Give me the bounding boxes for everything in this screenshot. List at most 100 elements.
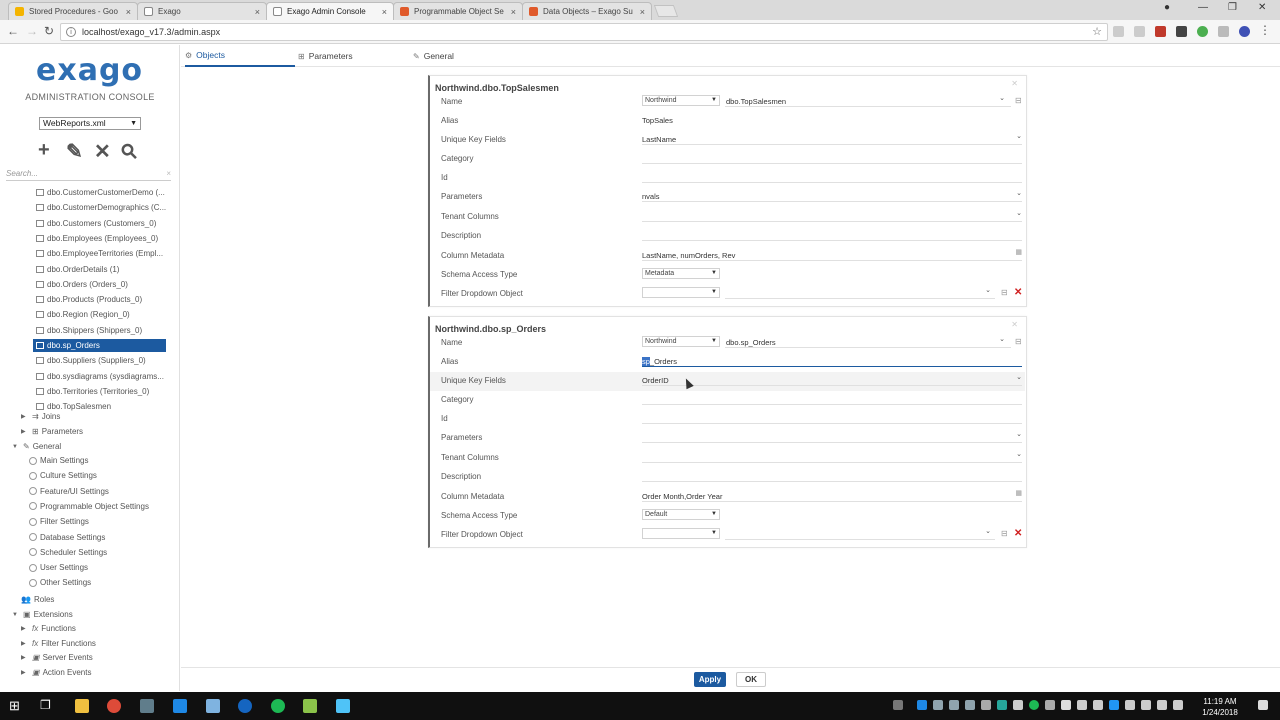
general-settings-item[interactable]: Scheduler Settings bbox=[29, 546, 107, 559]
chevron-down-icon[interactable]: ⌄ bbox=[1016, 373, 1022, 381]
unique-key-select[interactable]: OrderID bbox=[642, 376, 669, 385]
network-icon[interactable] bbox=[1141, 700, 1151, 710]
forward-arrow-icon[interactable]: → bbox=[26, 24, 38, 38]
expand-arrow-icon[interactable]: ▶ bbox=[21, 428, 29, 435]
browser-menu-icon[interactable]: ⋮ bbox=[1259, 23, 1271, 37]
windows-start-icon[interactable]: ⊞ bbox=[9, 698, 20, 714]
expand-arrow-icon[interactable]: ▶ bbox=[21, 640, 29, 647]
info-icon[interactable]: i bbox=[66, 27, 76, 37]
lookup-icon[interactable]: ⊟ bbox=[1015, 337, 1022, 346]
lookup-icon[interactable]: ⊟ bbox=[1001, 288, 1008, 297]
sidebar-search-input[interactable]: Search... × bbox=[6, 169, 171, 181]
chevron-down-icon[interactable]: ⌄ bbox=[999, 94, 1005, 102]
sidebar-object-item[interactable]: dbo.Shippers (Shippers_0) bbox=[33, 324, 166, 337]
tray-icon[interactable] bbox=[917, 700, 927, 710]
parameters-select[interactable]: nvals bbox=[642, 192, 660, 201]
lookup-icon[interactable]: ⊟ bbox=[1001, 529, 1008, 538]
browser-tab-stored-procedures[interactable]: Stored Procedures - Goo × bbox=[8, 2, 138, 20]
chevron-down-icon[interactable]: ⌄ bbox=[1016, 189, 1022, 197]
general-settings-item[interactable]: Filter Settings bbox=[29, 515, 89, 528]
sidebar-object-item[interactable]: dbo.Employees (Employees_0) bbox=[33, 232, 166, 245]
tree-group-joins[interactable]: ▶ ⇉ Joins bbox=[21, 410, 60, 423]
tenant-columns-select[interactable] bbox=[642, 462, 1022, 463]
extension-item[interactable]: ▶ ▣ Server Events bbox=[21, 651, 93, 664]
restore-button[interactable]: ❐ bbox=[1228, 2, 1237, 13]
alias-input[interactable]: TopSales bbox=[642, 116, 673, 125]
id-input[interactable] bbox=[642, 182, 1022, 183]
profile-icon[interactable]: ● bbox=[1164, 2, 1170, 13]
chevron-down-icon[interactable]: ⌄ bbox=[1016, 450, 1022, 458]
system-clock[interactable]: 11:19 AM 1/24/2018 bbox=[1196, 696, 1244, 718]
expand-arrow-icon[interactable]: ▶ bbox=[21, 625, 29, 632]
tab-close-icon[interactable]: × bbox=[255, 7, 260, 17]
schema-access-select[interactable]: Default ▼ bbox=[642, 509, 720, 520]
tenant-columns-select[interactable] bbox=[642, 221, 1022, 222]
spotify-icon[interactable] bbox=[271, 699, 285, 713]
collapse-arrow-icon[interactable]: ▼ bbox=[12, 612, 20, 618]
sidebar-object-item[interactable]: dbo.OrderDetails (1) bbox=[33, 263, 166, 276]
grid-edit-icon[interactable]: ▦ bbox=[1015, 489, 1022, 497]
expand-arrow-icon[interactable]: ▶ bbox=[21, 413, 29, 420]
filter-source-select[interactable]: ▼ bbox=[642, 287, 720, 298]
search-magnifier-icon[interactable]: ⚲ bbox=[115, 137, 143, 165]
sidebar-object-item[interactable]: dbo.CustomerDemographics (C... bbox=[33, 201, 166, 214]
task-view-icon[interactable]: ❐ bbox=[40, 698, 51, 712]
name-object-value[interactable]: dbo.TopSalesmen bbox=[726, 97, 786, 106]
app-icon[interactable] bbox=[140, 699, 154, 713]
card-close-icon[interactable]: ✕ bbox=[1011, 320, 1018, 329]
chevron-down-icon[interactable]: ⌄ bbox=[1016, 430, 1022, 438]
browser-tab-admin-console[interactable]: Exago Admin Console × bbox=[266, 2, 394, 20]
extension-icon[interactable] bbox=[1134, 26, 1145, 37]
minimize-button[interactable]: — bbox=[1198, 2, 1208, 13]
chevron-down-icon[interactable]: ⌄ bbox=[1016, 132, 1022, 140]
sidebar-object-item[interactable]: dbo.CustomerCustomerDemo (... bbox=[33, 186, 166, 199]
tray-icon[interactable] bbox=[1013, 700, 1023, 710]
name-object-value[interactable]: dbo.sp_Orders bbox=[726, 338, 776, 347]
chrome-icon[interactable] bbox=[107, 699, 121, 713]
description-input[interactable] bbox=[642, 481, 1022, 482]
unique-key-select[interactable]: LastName bbox=[642, 135, 676, 144]
tray-icon[interactable] bbox=[893, 700, 903, 710]
config-file-select[interactable]: WebReports.xml ▼ bbox=[39, 117, 141, 130]
shield-extension-icon[interactable] bbox=[1155, 26, 1166, 37]
address-bar[interactable]: i localhost/exago_v17.3/admin.aspx ☆ bbox=[60, 23, 1108, 41]
back-arrow-icon[interactable]: ← bbox=[7, 24, 19, 38]
tray-icon[interactable] bbox=[1093, 700, 1103, 710]
filter-source-select[interactable]: ▼ bbox=[642, 528, 720, 539]
lookup-icon[interactable]: ⊟ bbox=[1015, 96, 1022, 105]
category-input[interactable] bbox=[642, 404, 1022, 405]
new-tab-button[interactable] bbox=[653, 5, 679, 17]
volume-icon[interactable] bbox=[1157, 700, 1167, 710]
tree-group-general[interactable]: ▼ ✎ General bbox=[12, 440, 61, 453]
general-settings-item[interactable]: User Settings bbox=[29, 561, 88, 574]
tray-icon[interactable] bbox=[981, 700, 991, 710]
tab-close-icon[interactable]: × bbox=[126, 7, 131, 17]
app-icon[interactable] bbox=[238, 699, 252, 713]
sidebar-object-item[interactable]: dbo.Customers (Customers_0) bbox=[33, 217, 166, 230]
sidebar-object-item[interactable]: dbo.Products (Products_0) bbox=[33, 293, 166, 306]
notifications-icon[interactable] bbox=[1258, 700, 1268, 710]
clear-filter-icon[interactable]: ✕ bbox=[1014, 528, 1022, 539]
chevron-down-icon[interactable]: ⌄ bbox=[985, 286, 991, 294]
app-icon[interactable] bbox=[303, 699, 317, 713]
add-icon[interactable]: + bbox=[38, 139, 50, 162]
chevron-down-icon[interactable]: ⌄ bbox=[985, 527, 991, 535]
category-input[interactable] bbox=[642, 163, 1022, 164]
app-icon[interactable] bbox=[206, 699, 220, 713]
keyboard-icon[interactable] bbox=[1173, 700, 1183, 710]
general-settings-item[interactable]: Culture Settings bbox=[29, 469, 97, 482]
tree-item-roles[interactable]: 👥 Roles bbox=[21, 593, 54, 606]
tray-icon[interactable] bbox=[997, 700, 1007, 710]
expand-arrow-icon[interactable]: ▶ bbox=[21, 669, 29, 676]
column-metadata-value[interactable]: Order Month,Order Year bbox=[642, 492, 722, 501]
sidebar-object-item[interactable]: dbo.sp_Orders bbox=[33, 339, 166, 352]
column-metadata-value[interactable]: LastName, numOrders, Rev bbox=[642, 251, 735, 260]
extension-icon[interactable] bbox=[1218, 26, 1229, 37]
name-source-select[interactable]: Northwind ▼ bbox=[642, 336, 720, 347]
tray-icon[interactable] bbox=[933, 700, 943, 710]
extension-icon[interactable] bbox=[1176, 26, 1187, 37]
reload-icon[interactable]: ↻ bbox=[44, 24, 54, 38]
tray-icon[interactable] bbox=[1029, 700, 1039, 710]
general-settings-item[interactable]: Main Settings bbox=[29, 454, 88, 467]
tab-close-icon[interactable]: × bbox=[382, 7, 387, 17]
